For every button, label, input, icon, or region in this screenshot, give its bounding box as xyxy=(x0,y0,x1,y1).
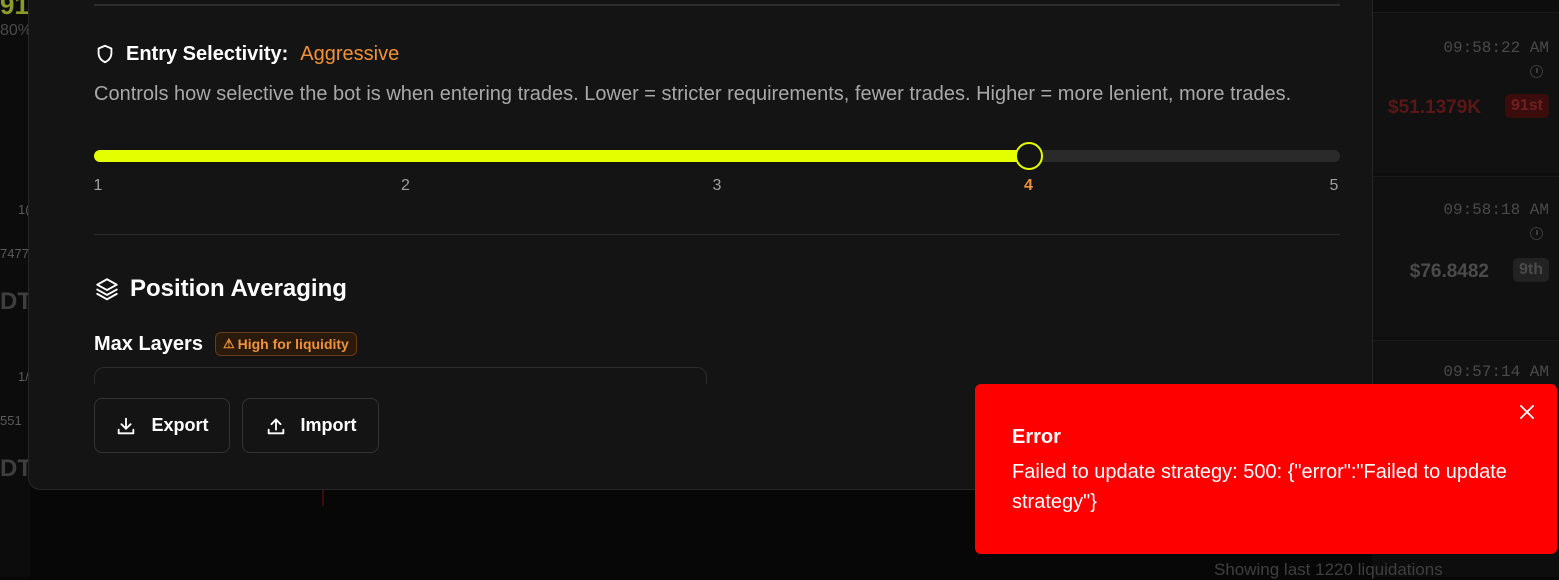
position-averaging-header: Position Averaging xyxy=(94,274,347,304)
toast-title: Error xyxy=(1012,426,1061,448)
entry-selectivity-value: Aggressive xyxy=(300,42,400,65)
max-layers-label: Max Layers xyxy=(94,332,203,355)
clock-icon xyxy=(1530,65,1543,78)
feed-time: 09:58:18 AM xyxy=(1443,201,1549,219)
slider-thumb[interactable] xyxy=(1014,142,1043,170)
bg-accent-bar xyxy=(322,488,324,506)
upload-icon xyxy=(265,415,287,437)
export-button[interactable]: Export xyxy=(94,398,230,453)
feed-time: 09:57:14 AM xyxy=(1443,363,1549,381)
rank-badge: 91st xyxy=(1504,94,1549,118)
layers-icon xyxy=(94,276,120,302)
entry-selectivity-description: Controls how selective the bot is when e… xyxy=(94,83,1292,105)
import-label: Import xyxy=(300,415,357,435)
section-divider xyxy=(94,234,1340,235)
download-icon xyxy=(115,415,137,437)
error-toast: Error Failed to update strategy: 500: {"… xyxy=(975,384,1557,554)
slider-fill xyxy=(94,150,1029,162)
import-button[interactable]: Import xyxy=(242,398,379,453)
feed-card[interactable]: 09:58:22 AM $51.1379K 91st xyxy=(1372,12,1559,173)
entry-selectivity-header: Entry Selectivity: Aggressive xyxy=(94,41,399,67)
export-label: Export xyxy=(151,415,209,435)
max-layers-row: Max Layers ⚠ High for liquidity xyxy=(94,331,357,357)
close-icon[interactable] xyxy=(1519,404,1535,425)
clock-icon xyxy=(1530,227,1543,240)
slider-tick-label: 5 xyxy=(1329,177,1339,194)
slider-tick-label: 2 xyxy=(401,177,410,194)
feed-card[interactable]: 09:58:18 AM $76.8482 9th xyxy=(1372,176,1559,337)
slider-tick-label: 3 xyxy=(712,177,722,194)
rank-badge: 9th xyxy=(1513,258,1549,282)
section-divider xyxy=(94,4,1340,6)
feed-amount: $76.8482 xyxy=(1409,261,1489,282)
slider-tick-label: 4 xyxy=(1024,177,1033,194)
feed-footer-note: Showing last 1220 liquidations xyxy=(1214,560,1443,579)
shield-icon xyxy=(94,43,116,65)
liquidity-warning-text: High for liquidity xyxy=(237,336,349,352)
entry-selectivity-slider[interactable] xyxy=(94,142,1340,170)
max-layers-input[interactable] xyxy=(94,367,707,384)
bg-fragment: 7477 xyxy=(0,246,29,261)
feed-amount: $51.1379K xyxy=(1388,97,1481,118)
position-averaging-title: Position Averaging xyxy=(130,275,347,302)
bg-fragment: 91 xyxy=(0,0,29,20)
entry-selectivity-label: Entry Selectivity: xyxy=(126,42,289,65)
feed-time: 09:58:22 AM xyxy=(1443,39,1549,57)
toast-message: Failed to update strategy: 500: {"error"… xyxy=(1012,461,1507,513)
warning-icon: ⚠ xyxy=(222,336,235,351)
bg-fragment: 551 xyxy=(0,413,22,428)
slider-tick-label: 1 xyxy=(93,177,103,194)
liquidity-warning-badge: ⚠ High for liquidity xyxy=(214,332,357,356)
